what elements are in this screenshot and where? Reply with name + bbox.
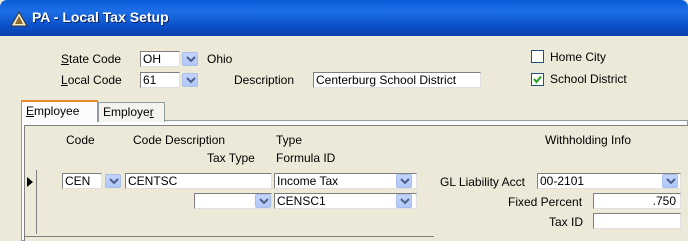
row-code-input[interactable]: CEN bbox=[62, 173, 102, 189]
header-type: Type bbox=[276, 133, 303, 147]
row-formula-id-dropdown-button[interactable] bbox=[396, 194, 412, 208]
window-title: PA - Local Tax Setup bbox=[32, 9, 169, 25]
tab-employer[interactable]: Employer bbox=[98, 102, 165, 122]
description-input[interactable]: Centerburg School District bbox=[313, 72, 481, 88]
local-code-input[interactable]: 61 bbox=[140, 72, 180, 88]
header-code-description: Code Description bbox=[133, 133, 226, 147]
local-code-label: Local Code bbox=[61, 73, 122, 87]
header-code: Code bbox=[66, 133, 95, 147]
local-code-dropdown-button[interactable] bbox=[182, 73, 198, 87]
row-selector[interactable] bbox=[24, 170, 37, 234]
state-code-dropdown-button[interactable] bbox=[182, 52, 198, 66]
school-district-checkbox[interactable] bbox=[531, 73, 544, 86]
chevron-down-icon bbox=[400, 198, 410, 205]
home-city-label: Home City bbox=[550, 50, 607, 64]
description-label: Description bbox=[234, 73, 295, 87]
state-name: Ohio bbox=[207, 52, 233, 66]
chevron-down-icon bbox=[666, 178, 676, 185]
chevron-down-icon bbox=[109, 178, 119, 185]
title-bar[interactable]: PA - Local Tax Setup bbox=[0, 0, 688, 36]
chevron-down-icon bbox=[259, 198, 269, 205]
next-row-divider bbox=[24, 236, 434, 237]
app-icon bbox=[10, 11, 28, 27]
row-tax-type-dropdown-button[interactable] bbox=[255, 194, 271, 208]
state-code-label: State Code bbox=[61, 52, 122, 66]
tax-id-input[interactable] bbox=[593, 213, 681, 229]
chevron-down-icon bbox=[400, 178, 410, 185]
gl-liability-input[interactable]: 00-2101 bbox=[537, 173, 681, 189]
header-tax-type: Tax Type bbox=[207, 151, 255, 165]
state-code-input[interactable]: OH bbox=[140, 51, 180, 67]
gl-liability-dropdown-button[interactable] bbox=[662, 174, 678, 188]
header-formula-id: Formula ID bbox=[276, 151, 336, 165]
row-type-dropdown-button[interactable] bbox=[396, 174, 412, 188]
home-city-checkbox[interactable] bbox=[531, 50, 544, 63]
checkmark-icon bbox=[533, 75, 542, 84]
current-row-arrow-icon bbox=[27, 177, 33, 187]
row-code-description-input[interactable]: CENTSC bbox=[125, 173, 272, 189]
chevron-down-icon bbox=[186, 77, 196, 84]
chevron-down-icon bbox=[186, 56, 196, 63]
school-district-label: School District bbox=[550, 72, 627, 86]
header-withholding-info: Withholding Info bbox=[545, 133, 632, 147]
fixed-percent-input[interactable]: .750 bbox=[593, 193, 681, 209]
fixed-percent-label: Fixed Percent bbox=[508, 195, 583, 209]
row-code-dropdown-button[interactable] bbox=[105, 174, 121, 188]
gl-liability-label: GL Liability Acct bbox=[440, 175, 525, 189]
tax-id-label: Tax ID bbox=[549, 215, 584, 229]
tab-employee[interactable]: Employee bbox=[21, 100, 98, 122]
